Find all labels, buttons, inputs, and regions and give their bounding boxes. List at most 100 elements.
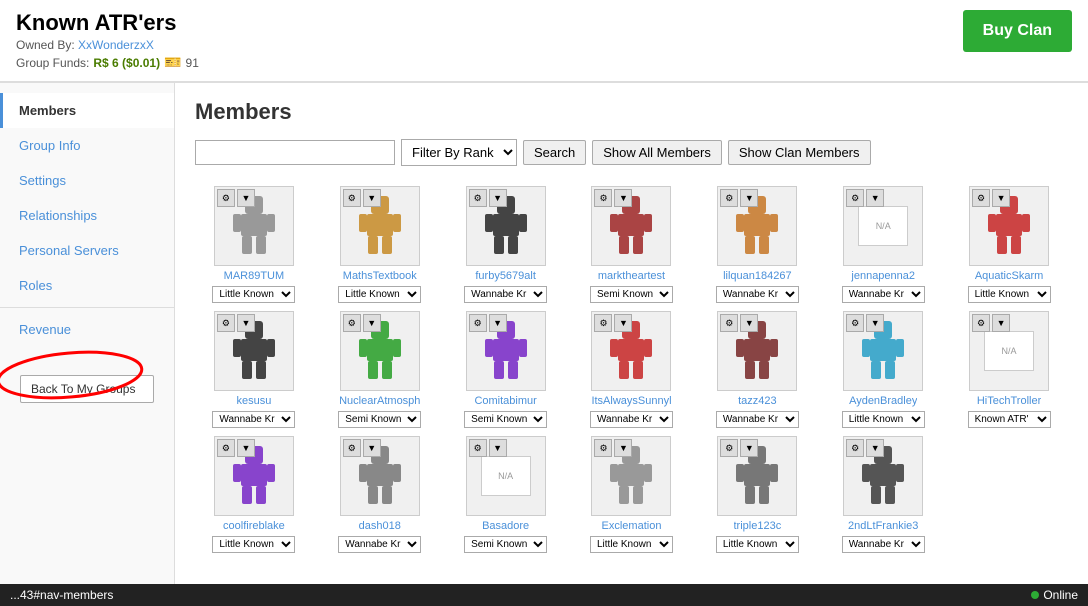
sidebar-item-revenue[interactable]: Revenue xyxy=(0,312,174,347)
gear-button[interactable]: ⚙ xyxy=(594,314,612,332)
arrow-button[interactable]: ▼ xyxy=(866,439,884,457)
gear-button[interactable]: ⚙ xyxy=(217,189,235,207)
rank-select[interactable]: Little KnownSemi KnownWannabe KrKnown AT… xyxy=(716,411,799,428)
member-name[interactable]: dash018 xyxy=(359,520,401,532)
sidebar-item-settings[interactable]: Settings xyxy=(0,163,174,198)
sidebar-item-members[interactable]: Members xyxy=(0,93,174,128)
arrow-button[interactable]: ▼ xyxy=(740,314,758,332)
member-name[interactable]: lilquan184267 xyxy=(723,270,792,282)
gear-button[interactable]: ⚙ xyxy=(594,189,612,207)
rank-select[interactable]: Little KnownSemi KnownWannabe KrKnown AT… xyxy=(716,536,799,553)
gear-button[interactable]: ⚙ xyxy=(469,189,487,207)
member-name[interactable]: kesusu xyxy=(236,395,271,407)
member-name[interactable]: Comitabimur xyxy=(474,395,536,407)
arrow-button[interactable]: ▼ xyxy=(866,314,884,332)
rank-select[interactable]: Little KnownSemi KnownWannabe KrKnown AT… xyxy=(842,411,925,428)
arrow-button[interactable]: ▼ xyxy=(614,314,632,332)
arrow-button[interactable]: ▼ xyxy=(489,189,507,207)
show-all-members-button[interactable]: Show All Members xyxy=(592,140,722,165)
gear-button[interactable]: ⚙ xyxy=(846,189,864,207)
member-name[interactable]: furby5679alt xyxy=(475,270,536,282)
owner-link[interactable]: XxWonderzxX xyxy=(78,38,154,52)
show-clan-members-button[interactable]: Show Clan Members xyxy=(728,140,871,165)
arrow-button[interactable]: ▼ xyxy=(866,189,884,207)
member-name[interactable]: marktheartest xyxy=(598,270,665,282)
gear-button[interactable]: ⚙ xyxy=(972,314,990,332)
gear-button[interactable]: ⚙ xyxy=(720,439,738,457)
arrow-button[interactable]: ▼ xyxy=(614,189,632,207)
arrow-button[interactable]: ▼ xyxy=(237,189,255,207)
rank-select[interactable]: Little KnownSemi KnownWannabe KrKnown AT… xyxy=(338,536,421,553)
gear-button[interactable]: ⚙ xyxy=(972,189,990,207)
arrow-button[interactable]: ▼ xyxy=(363,189,381,207)
member-controls: ⚙ ▼ xyxy=(217,314,255,332)
rank-select[interactable]: Little KnownSemi KnownWannabe KrKnown AT… xyxy=(212,286,295,303)
rank-select[interactable]: Little KnownSemi KnownWannabe KrKnown AT… xyxy=(590,286,673,303)
member-name[interactable]: 2ndLtFrankie3 xyxy=(848,520,918,532)
gear-button[interactable]: ⚙ xyxy=(846,314,864,332)
member-name[interactable]: Exclemation xyxy=(602,520,662,532)
gear-button[interactable]: ⚙ xyxy=(217,439,235,457)
gear-button[interactable]: ⚙ xyxy=(720,314,738,332)
rank-select[interactable]: Little KnownSemi KnownWannabe KrKnown AT… xyxy=(968,411,1051,428)
arrow-button[interactable]: ▼ xyxy=(489,314,507,332)
search-button[interactable]: Search xyxy=(523,140,586,165)
arrow-button[interactable]: ▼ xyxy=(740,189,758,207)
filter-rank-select[interactable]: Filter By Rank Little Known Semi Known W… xyxy=(401,139,517,166)
ticket-icon: 🎫 xyxy=(164,54,181,71)
arrow-button[interactable]: ▼ xyxy=(614,439,632,457)
rank-select[interactable]: Little KnownSemi KnownWannabe KrKnown AT… xyxy=(338,411,421,428)
rank-select[interactable]: Little KnownSemi KnownWannabe KrKnown AT… xyxy=(590,411,673,428)
gear-button[interactable]: ⚙ xyxy=(846,439,864,457)
rank-select[interactable]: Little KnownSemi KnownWannabe KrKnown AT… xyxy=(716,286,799,303)
rank-select[interactable]: Little KnownSemi KnownWannabe KrKnown AT… xyxy=(968,286,1051,303)
arrow-button[interactable]: ▼ xyxy=(237,439,255,457)
rank-select[interactable]: Little KnownSemi KnownWannabe KrKnown AT… xyxy=(842,286,925,303)
arrow-button[interactable]: ▼ xyxy=(992,189,1010,207)
sidebar: Members Group Info Settings Relationship… xyxy=(0,83,175,584)
arrow-button[interactable]: ▼ xyxy=(237,314,255,332)
sidebar-item-roles[interactable]: Roles xyxy=(0,268,174,303)
sidebar-item-relationships[interactable]: Relationships xyxy=(0,198,174,233)
rank-select[interactable]: Little KnownSemi KnownWannabe KrKnown AT… xyxy=(212,411,295,428)
search-input[interactable] xyxy=(195,140,395,165)
rank-select[interactable]: Little KnownSemi KnownWannabe KrKnown AT… xyxy=(590,536,673,553)
member-controls: ⚙ ▼ xyxy=(720,439,758,457)
gear-button[interactable]: ⚙ xyxy=(217,314,235,332)
gear-button[interactable]: ⚙ xyxy=(343,314,361,332)
arrow-button[interactable]: ▼ xyxy=(363,314,381,332)
member-name[interactable]: AquaticSkarm xyxy=(975,270,1043,282)
back-to-groups-button[interactable]: Back To My Groups xyxy=(20,375,154,403)
arrow-button[interactable]: ▼ xyxy=(740,439,758,457)
member-name[interactable]: MAR89TUM xyxy=(224,270,285,282)
gear-button[interactable]: ⚙ xyxy=(594,439,612,457)
arrow-button[interactable]: ▼ xyxy=(363,439,381,457)
gear-button[interactable]: ⚙ xyxy=(469,439,487,457)
member-name[interactable]: coolfireblake xyxy=(223,520,285,532)
member-name[interactable]: jennapenna2 xyxy=(851,270,915,282)
member-name[interactable]: triple123c xyxy=(734,520,782,532)
rank-select[interactable]: Little KnownSemi KnownWannabe KrKnown AT… xyxy=(464,411,547,428)
gear-button[interactable]: ⚙ xyxy=(343,439,361,457)
rank-select[interactable]: Little KnownSemi KnownWannabe KrKnown AT… xyxy=(464,536,547,553)
member-name[interactable]: MathsTextbook xyxy=(343,270,417,282)
member-name[interactable]: tazz423 xyxy=(738,395,777,407)
member-name[interactable]: Basadore xyxy=(482,520,529,532)
sidebar-item-personal-servers[interactable]: Personal Servers xyxy=(0,233,174,268)
sidebar-item-group-info[interactable]: Group Info xyxy=(0,128,174,163)
member-name[interactable]: AydenBradley xyxy=(849,395,917,407)
gear-button[interactable]: ⚙ xyxy=(720,189,738,207)
rank-select[interactable]: Little KnownSemi KnownWannabe KrKnown AT… xyxy=(338,286,421,303)
rank-select[interactable]: Little KnownSemi KnownWannabe KrKnown AT… xyxy=(212,536,295,553)
arrow-button[interactable]: ▼ xyxy=(489,439,507,457)
gear-button[interactable]: ⚙ xyxy=(469,314,487,332)
rank-select[interactable]: Little KnownSemi KnownWannabe KrKnown AT… xyxy=(464,286,547,303)
member-name[interactable]: NuclearAtmosph xyxy=(339,395,420,407)
back-btn-container: Back To My Groups xyxy=(0,363,174,415)
member-name[interactable]: ItsAlwaysSunnyl xyxy=(591,395,671,407)
arrow-button[interactable]: ▼ xyxy=(992,314,1010,332)
member-name[interactable]: HiTechTroller xyxy=(977,395,1041,407)
buy-clan-button[interactable]: Buy Clan xyxy=(963,10,1072,52)
rank-select[interactable]: Little KnownSemi KnownWannabe KrKnown AT… xyxy=(842,536,925,553)
gear-button[interactable]: ⚙ xyxy=(343,189,361,207)
